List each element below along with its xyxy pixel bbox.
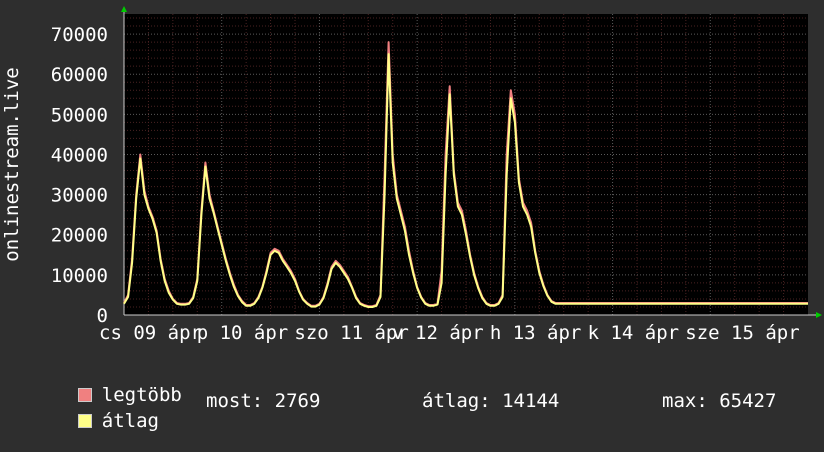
x-tick-label: p 10 ápr: [197, 322, 289, 344]
y-tick-label: 50000: [51, 104, 108, 126]
x-tick-label: sze 15 ápr: [685, 322, 799, 344]
stat-max: max: 65427: [662, 390, 777, 412]
y-tick-label: 60000: [51, 64, 108, 86]
chart-canvas: 010000200003000040000500006000070000cs 0…: [1, 6, 822, 344]
chart-panel: 0 10000 20000 30000 40000 50000 60000 70000 cs 0…: [0, 0, 824, 431]
y-tick-label: 30000: [51, 185, 108, 207]
x-axis-arrow: [816, 312, 822, 318]
legend-max: legtöbb: [32, 365, 182, 405]
x-tick-label: v 12 ápr: [392, 322, 484, 344]
x-tick-label: h 13 ápr: [490, 322, 582, 344]
y-axis-arrow: [121, 6, 127, 12]
legend-avg: átlag: [32, 391, 159, 431]
stat-now: most: 2769: [206, 390, 321, 412]
y-tick-label: 40000: [51, 144, 108, 166]
y-axis-label: onlinestream.live: [1, 67, 23, 261]
x-tick-label: cs 09 ápr: [99, 322, 202, 344]
x-tick-label: k 14 ápr: [588, 322, 680, 344]
legend-avg-label: átlag: [101, 410, 159, 432]
y-tick-label: 10000: [51, 265, 108, 287]
y-tick-label: 70000: [51, 24, 108, 46]
stat-avg: átlag: 14144: [422, 390, 560, 412]
avg-swatch: [77, 414, 92, 428]
y-tick-label: 20000: [51, 225, 108, 247]
